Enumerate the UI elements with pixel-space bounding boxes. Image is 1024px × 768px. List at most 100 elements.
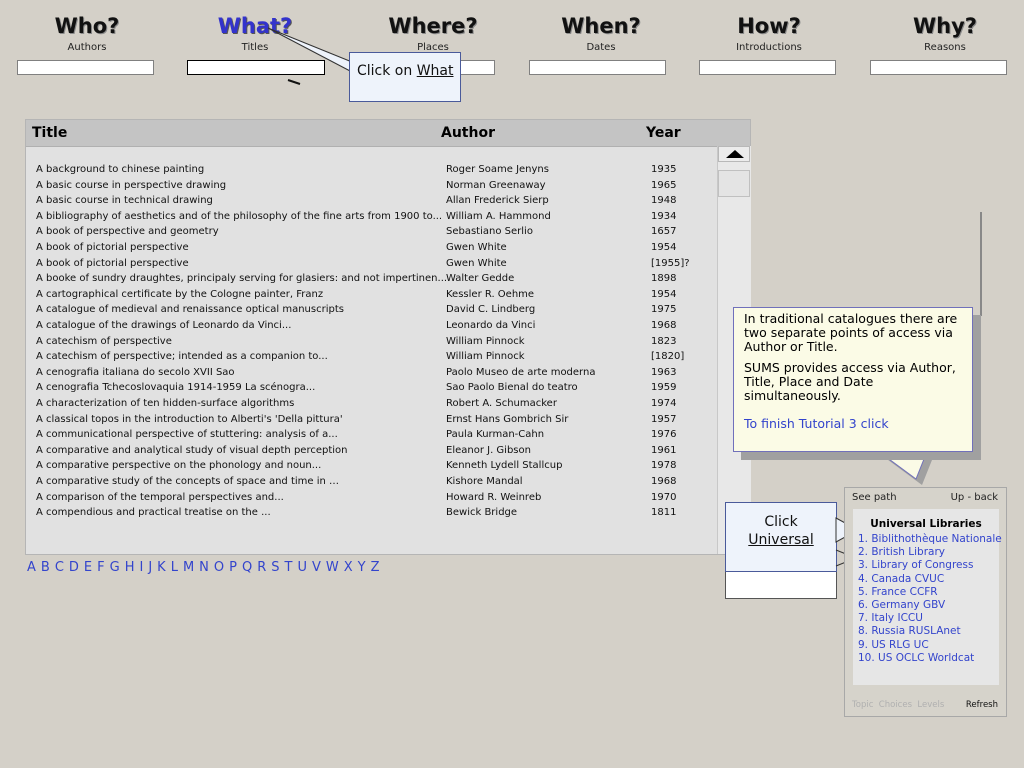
cell-year: 1948 — [651, 195, 677, 207]
see-path-link[interactable]: See path — [852, 492, 897, 503]
col-title-header[interactable]: Title — [32, 125, 67, 141]
table-row[interactable]: A basic course in technical drawing Allan… — [36, 195, 716, 210]
choices-tab[interactable]: Choices — [879, 700, 912, 710]
table-row[interactable]: A catalogue of the drawings of Leonardo … — [36, 320, 716, 335]
table-row[interactable]: A cartographical certificate by the Colo… — [36, 289, 716, 304]
cell-title: A characterization of ten hidden-surface… — [36, 398, 295, 409]
cell-title: A comparison of the temporal perspective… — [36, 491, 284, 503]
library-item[interactable]: 8. Russia RUSLAnet — [853, 625, 999, 638]
libraries-panel-top: See path Up - back — [852, 492, 998, 503]
table-row[interactable]: A catechism of perspective William Pinnoc… — [36, 336, 716, 351]
callout-universal-link[interactable]: Universal — [726, 531, 836, 549]
table-row[interactable]: A book of pictorial perspective Gwen Whit… — [36, 242, 716, 257]
finish-tutorial-link[interactable]: To finish Tutorial 3 click — [744, 417, 962, 431]
letter-link-k[interactable]: K — [157, 560, 166, 575]
cell-year: 1978 — [651, 460, 677, 472]
library-item[interactable]: 1. Biblithothèque Nationale — [853, 533, 1002, 546]
cell-title: A book of perspective and geometry — [36, 226, 219, 238]
table-row[interactable]: A classical topos in the introduction to… — [36, 414, 716, 429]
library-item[interactable]: 7. Italy ICCU — [853, 612, 999, 625]
table-row[interactable]: A basic course in perspective drawing Nor… — [36, 180, 716, 195]
table-row[interactable]: A book of perspective and geometry Sebast… — [36, 226, 716, 241]
cell-author: Kessler R. Oehme — [446, 288, 535, 300]
col-author-header[interactable]: Author — [441, 125, 495, 141]
table-row[interactable]: A booke of sundry draughtes, principaly … — [36, 273, 716, 288]
letter-link-g[interactable]: G — [110, 560, 120, 575]
table-row[interactable]: A cenografia italiana do secolo XVII Sao… — [36, 367, 716, 382]
letter-link-d[interactable]: D — [69, 560, 79, 575]
table-row[interactable]: A comparative and analytical study of vi… — [36, 445, 716, 460]
letter-link-c[interactable]: C — [55, 560, 64, 575]
cell-author: Walter Gedde — [446, 273, 515, 285]
cell-title: A cenografia Tchecoslovaquia 1914-1959 L… — [36, 382, 316, 394]
cell-title: A cartographical certificate by the Colo… — [36, 288, 324, 300]
col-year-header[interactable]: Year — [646, 125, 681, 141]
table-row[interactable]: A characterization of ten hidden-surface… — [36, 398, 716, 413]
levels-tab[interactable]: Levels — [917, 700, 944, 710]
letter-link-h[interactable]: H — [125, 560, 135, 575]
letter-link-v[interactable]: V — [312, 560, 321, 575]
library-item[interactable]: 10. US OCLC Worldcat — [853, 652, 999, 665]
letter-link-e[interactable]: E — [84, 560, 92, 575]
table-row[interactable]: A catalogue of medieval and renaissance … — [36, 304, 716, 319]
letter-link-o[interactable]: O — [214, 560, 224, 575]
letter-link-a[interactable]: A — [27, 560, 36, 575]
letter-link-b[interactable]: B — [41, 560, 50, 575]
letter-link-t[interactable]: T — [285, 560, 293, 575]
letter-link-x[interactable]: X — [344, 560, 353, 575]
table-row[interactable]: A background to chinese painting Roger So… — [36, 164, 716, 179]
scroll-up-button[interactable] — [718, 146, 750, 162]
letter-link-q[interactable]: Q — [242, 560, 252, 575]
letter-link-n[interactable]: N — [199, 560, 209, 575]
library-item[interactable]: 6. Germany GBV — [853, 599, 999, 612]
table-row[interactable]: A communicational perspective of stutter… — [36, 429, 716, 444]
letter-link-y[interactable]: Y — [358, 560, 366, 575]
cell-year: 1898 — [651, 273, 677, 285]
cell-author: Paolo Museo de arte moderna — [446, 366, 596, 378]
letter-link-r[interactable]: R — [257, 560, 266, 575]
cell-title: A catalogue of the drawings of Leonardo … — [36, 320, 292, 331]
callout-what-pointer — [267, 27, 353, 85]
table-row[interactable]: A comparison of the temporal perspective… — [36, 492, 716, 507]
library-item[interactable]: 3. Library of Congress — [853, 559, 999, 572]
letter-link-l[interactable]: L — [171, 560, 178, 575]
letter-link-i[interactable]: I — [139, 560, 143, 575]
cell-year: 1965 — [651, 179, 677, 191]
scroll-thumb[interactable] — [718, 170, 750, 197]
cell-year: 1959 — [651, 382, 677, 394]
alphabet-nav: ABCDEFGHIJKLMNOPQRSTUVWXYZ — [27, 560, 385, 575]
callout-what: Click on What — [349, 52, 461, 102]
table-row[interactable]: A bibliography of aesthetics and of the … — [36, 211, 716, 226]
cell-title: A cenografia italiana do secolo XVII Sao — [36, 366, 235, 378]
cell-author: Howard R. Weinreb — [446, 491, 542, 503]
callout-what-link[interactable]: What — [417, 63, 454, 79]
cell-title: A classical topos in the introduction to… — [36, 413, 343, 425]
letter-link-s[interactable]: S — [271, 560, 279, 575]
cell-title: A basic course in perspective drawing — [36, 179, 227, 191]
cell-author: Gwen White — [446, 242, 507, 253]
library-item[interactable]: 5. France CCFR — [853, 586, 999, 599]
refresh-button[interactable]: Refresh — [966, 700, 998, 710]
cell-year: 1657 — [651, 226, 677, 238]
letter-link-w[interactable]: W — [326, 560, 339, 575]
letter-link-f[interactable]: F — [97, 560, 104, 575]
letter-link-u[interactable]: U — [297, 560, 307, 575]
library-item[interactable]: 4. Canada CVUC — [853, 573, 999, 586]
table-row[interactable]: A compendious and practical treatise on … — [36, 507, 716, 522]
letter-link-j[interactable]: J — [148, 560, 152, 575]
cell-author: Sebastiano Serlio — [446, 226, 533, 238]
cell-title: A comparative perspective on the phonolo… — [36, 460, 322, 472]
letter-link-z[interactable]: Z — [371, 560, 380, 575]
letter-link-m[interactable]: M — [183, 560, 194, 575]
table-row[interactable]: A comparative study of the concepts of s… — [36, 476, 716, 491]
library-item[interactable]: 2. British Library — [853, 546, 999, 559]
table-row[interactable]: A book of pictorial perspective Gwen Whit… — [36, 258, 716, 273]
table-row[interactable]: A catechism of perspective; intended as … — [36, 351, 716, 366]
table-row[interactable]: A cenografia Tchecoslovaquia 1914-1959 L… — [36, 382, 716, 397]
letter-link-p[interactable]: P — [229, 560, 237, 575]
callout-universal: Click Universal — [725, 502, 837, 572]
up-back-link[interactable]: Up - back — [951, 492, 998, 503]
library-item[interactable]: 9. US RLG UC — [853, 639, 999, 652]
table-row[interactable]: A comparative perspective on the phonolo… — [36, 460, 716, 475]
topic-tab[interactable]: Topic — [852, 700, 873, 710]
